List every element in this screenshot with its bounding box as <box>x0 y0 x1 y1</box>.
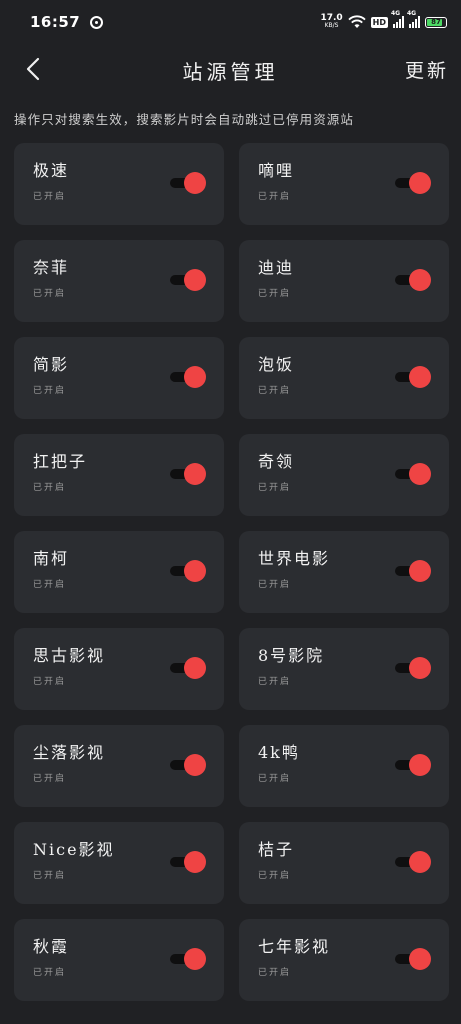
toggle-knob <box>184 948 206 970</box>
source-toggle[interactable] <box>170 366 206 388</box>
source-toggle[interactable] <box>395 269 431 291</box>
source-toggle[interactable] <box>170 560 206 582</box>
battery-icon: 87 <box>425 16 447 28</box>
hd-badge: HD <box>370 16 388 28</box>
source-card: 泡饭 已开启 <box>239 337 449 419</box>
status-icons: 17.0 KB/S HD 4G 4G 87 <box>320 10 447 30</box>
signal-tag: 4G <box>391 10 401 17</box>
toggle-knob <box>409 851 431 873</box>
source-toggle[interactable] <box>395 560 431 582</box>
source-toggle[interactable] <box>170 269 206 291</box>
source-toggle[interactable] <box>395 851 431 873</box>
app-bar: 站源管理 更新 <box>0 44 461 96</box>
source-card: 尘落影视 已开启 <box>14 725 224 807</box>
source-toggle[interactable] <box>395 754 431 776</box>
toggle-knob <box>409 754 431 776</box>
source-toggle[interactable] <box>395 172 431 194</box>
toggle-knob <box>184 560 206 582</box>
toggle-knob <box>409 560 431 582</box>
wifi-icon <box>348 15 366 28</box>
network-speed-value: 17.0 <box>320 13 343 23</box>
network-speed-unit: KB/S <box>324 22 339 29</box>
toggle-knob <box>184 463 206 485</box>
signal-tag-2: 4G <box>407 10 417 17</box>
source-card: 嘀哩 已开启 <box>239 143 449 225</box>
signal-icon-2: 4G <box>407 10 420 28</box>
status-bar: 16:57 17.0 KB/S HD 4G 4G 87 <box>0 0 461 44</box>
source-card: 奈菲 已开启 <box>14 240 224 322</box>
source-card: 桔子 已开启 <box>239 822 449 904</box>
source-card: 奇领 已开启 <box>239 434 449 516</box>
back-button[interactable] <box>18 54 48 84</box>
toggle-knob <box>409 269 431 291</box>
toggle-knob <box>409 172 431 194</box>
source-card: 思古影视 已开启 <box>14 628 224 710</box>
source-card: Nice影视 已开启 <box>14 822 224 904</box>
network-speed: 17.0 KB/S <box>320 14 342 30</box>
source-toggle[interactable] <box>170 851 206 873</box>
toggle-knob <box>184 269 206 291</box>
toggle-knob <box>409 657 431 679</box>
toggle-knob <box>184 754 206 776</box>
app-notification-icon <box>90 15 104 29</box>
source-toggle[interactable] <box>395 366 431 388</box>
signal-icon: 4G <box>391 10 404 28</box>
hint-text: 操作只对搜索生效，搜索影片时会自动跳过已停用资源站 <box>14 112 355 127</box>
toggle-knob <box>409 366 431 388</box>
toggle-knob <box>184 851 206 873</box>
source-toggle[interactable] <box>395 948 431 970</box>
source-card: 极速 已开启 <box>14 143 224 225</box>
update-button[interactable]: 更新 <box>405 56 449 83</box>
toggle-knob <box>184 657 206 679</box>
source-card: 简影 已开启 <box>14 337 224 419</box>
source-toggle[interactable] <box>395 657 431 679</box>
source-card: 七年影视 已开启 <box>239 919 449 1001</box>
toggle-knob <box>409 463 431 485</box>
chevron-left-icon <box>26 57 40 81</box>
source-toggle[interactable] <box>170 754 206 776</box>
source-card: 迪迪 已开启 <box>239 240 449 322</box>
source-toggle[interactable] <box>170 463 206 485</box>
battery-level: 87 <box>431 18 441 26</box>
source-toggle[interactable] <box>170 948 206 970</box>
source-card: 8号影院 已开启 <box>239 628 449 710</box>
source-card: 4k鸭 已开启 <box>239 725 449 807</box>
toggle-knob <box>409 948 431 970</box>
source-card: 世界电影 已开启 <box>239 531 449 613</box>
source-card: 南柯 已开启 <box>14 531 224 613</box>
source-toggle[interactable] <box>395 463 431 485</box>
page-title: 站源管理 <box>182 59 279 84</box>
status-time: 16:57 <box>30 13 81 31</box>
toggle-knob <box>184 366 206 388</box>
source-grid: 极速 已开启 嘀哩 已开启 奈菲 已开启 迪迪 已开启 简影 已开启 泡饭 已开启 扛把子 已开启 奇领 已开… <box>14 143 449 1001</box>
source-toggle[interactable] <box>170 172 206 194</box>
source-toggle[interactable] <box>170 657 206 679</box>
toggle-knob <box>184 172 206 194</box>
source-card: 秋霞 已开启 <box>14 919 224 1001</box>
source-card: 扛把子 已开启 <box>14 434 224 516</box>
